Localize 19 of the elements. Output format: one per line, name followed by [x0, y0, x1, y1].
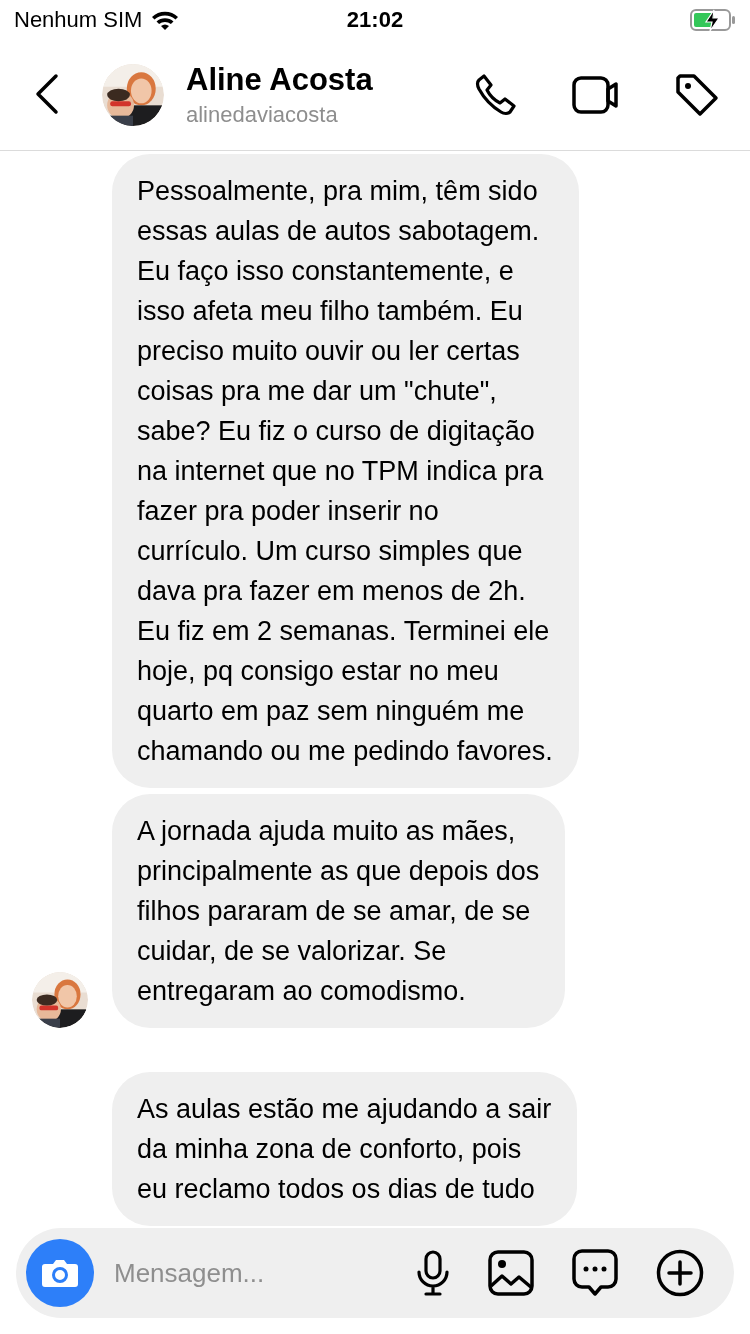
phone-icon[interactable]: [474, 73, 518, 117]
contact-username: alinedaviacosta: [186, 102, 339, 128]
image-icon[interactable]: [488, 1250, 534, 1296]
message-bubble: As aulas estão me ajudando a sair da minha zona de conforto, pois eu reclamo todos os dias de tudo: [112, 1072, 578, 1226]
camera-button[interactable]: [26, 1239, 94, 1307]
tag-icon[interactable]: [674, 72, 720, 118]
add-icon[interactable]: [656, 1249, 704, 1297]
video-camera-icon[interactable]: [572, 75, 620, 115]
carrier-name: Nenhum SIM: [14, 7, 143, 33]
clock-time: 21:02: [346, 7, 404, 32]
contact-name[interactable]: Aline Acosta: [186, 62, 474, 98]
chat-bubble-icon[interactable]: [572, 1249, 618, 1297]
message-bubble: A jornada ajuda muito as mães, principalmente as que depois dos filhos pararam de se amar, de se cuidar, de se valorizar. Se entregaram ao comodismo.: [112, 794, 566, 1028]
battery-icon: [690, 8, 736, 32]
wifi-icon: [150, 9, 181, 31]
message-bubble: Pessoalmente, pra mim, têm sido essas aulas de autos sabotagem. Eu faço isso constantemente, e isso afeta meu filho também. Eu preciso muito ouvir ou ler certas coisas pra me dar um "chute", sabe? Eu fiz o curso de digitação na internet que no TPM indica pra fazer pra poder inserir no currículo. Um curso simples que dava pra fazer em menos de 2h. Eu fiz em 2 semanas. Terminei ele hoje, pq consigo estar no meu quarto em paz sem ninguém me chamando ou me pedindo favores.: [112, 154, 579, 788]
camera-icon: [41, 1257, 79, 1289]
message-field[interactable]: Mensagem...: [112, 1256, 416, 1290]
microphone-icon[interactable]: [416, 1250, 450, 1296]
